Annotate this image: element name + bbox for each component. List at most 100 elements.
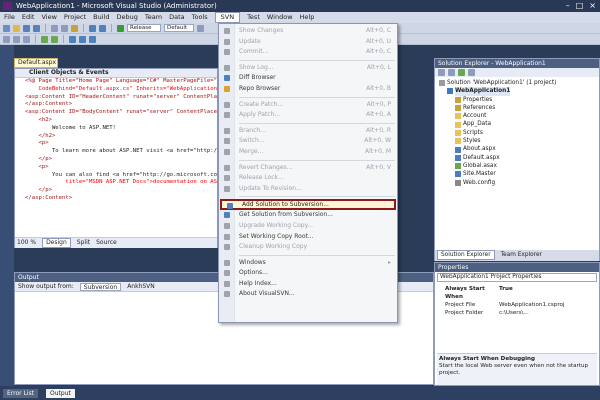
menu-view[interactable]: View — [41, 12, 56, 23]
client-objects-dropdown[interactable]: Client Objects & Events — [15, 69, 217, 78]
code-line[interactable]: </p> — [25, 187, 217, 195]
solution-tree-item[interactable]: About.aspx — [435, 145, 599, 153]
property-value[interactable]: WebApplication1.csproj — [499, 301, 564, 309]
zoom-level[interactable]: 100 % — [17, 238, 36, 248]
code-line[interactable]: CodeBehind="Default.aspx.cs" Inherits="W… — [25, 86, 217, 94]
svn-menu-item-branch[interactable]: Branch... Alt+0, R — [219, 126, 397, 137]
solution-tree-item[interactable]: Global.asax — [435, 162, 599, 170]
svn-menu-item-diff-browser[interactable]: Diff Browser — [219, 73, 397, 84]
indent-icon[interactable] — [13, 35, 20, 43]
svn-menu-item-cleanup-working-copy[interactable]: Cleanup Working Copy — [219, 242, 397, 253]
code-line[interactable]: <asp:Content ID="BodyContent" runat="ser… — [25, 109, 217, 117]
solution-tree-item[interactable]: Site.Master — [435, 170, 599, 178]
paste-icon[interactable] — [71, 24, 78, 32]
property-row[interactable]: Project Folder c:\Users\... — [437, 309, 597, 317]
svn-menu-item-revert-changes[interactable]: Revert Changes... Alt+0, V — [219, 163, 397, 174]
open-file-icon[interactable] — [13, 24, 20, 32]
svn-menu-item-update[interactable]: Update Alt+0, U — [219, 37, 397, 48]
refresh-icon[interactable] — [458, 69, 465, 76]
svn-menu-item-create-patch[interactable]: Create Patch... Alt+0, P — [219, 100, 397, 111]
prev-bookmark-icon[interactable] — [89, 35, 96, 43]
svn-menu-item-switch[interactable]: Switch... Alt+0, W — [219, 136, 397, 147]
properties-object-combo[interactable]: WebApplication1 Project Properties — [437, 273, 597, 282]
solution-tree-item[interactable]: References — [435, 104, 599, 112]
design-view-tab[interactable]: Design — [42, 238, 71, 248]
code-editor[interactable]: Client Objects & Events <%@ Page Title="… — [14, 68, 218, 248]
code-line[interactable]: <asp:Content ID="HeaderContent" runat="s… — [25, 94, 217, 102]
solution-configuration-combo[interactable]: Release — [127, 24, 161, 32]
property-row[interactable]: Always Start When True — [437, 285, 597, 301]
menu-debug[interactable]: Debug — [117, 12, 138, 23]
svn-menu-item-upgrade-working-copy[interactable]: Upgrade Working Copy... — [219, 221, 397, 232]
code-line[interactable]: You can also find <a href="http://go.mic… — [25, 172, 217, 180]
solution-tree-item[interactable]: Scripts — [435, 129, 599, 137]
cut-icon[interactable] — [51, 24, 58, 32]
code-line[interactable]: </asp:Content> — [25, 195, 217, 203]
solution-platform-combo[interactable]: Default — [164, 24, 194, 32]
redo-icon[interactable] — [99, 24, 106, 32]
code-line[interactable]: title="MSDN ASP.NET Docs">documentation … — [25, 179, 217, 187]
comment-icon[interactable] — [41, 35, 48, 43]
maximize-button[interactable]: □ — [576, 1, 584, 11]
next-bookmark-icon[interactable] — [79, 35, 86, 43]
svn-menu-item-about-visualsvn[interactable]: About VisualSVN... — [219, 289, 397, 300]
code-line[interactable]: </h2> — [25, 133, 217, 141]
code-line[interactable]: </asp:Content> — [25, 101, 217, 109]
svn-menu-item-get-solution-from-subversion[interactable]: Get Solution from Subversion... — [219, 210, 397, 221]
solution-tree-item[interactable]: WebApplication1 — [435, 87, 599, 96]
view-code-icon[interactable] — [468, 69, 475, 76]
menu-build[interactable]: Build — [93, 12, 109, 23]
copy-icon[interactable] — [61, 24, 68, 32]
document-tab[interactable]: Default.aspx — [14, 58, 58, 68]
menu-team[interactable]: Team — [145, 12, 162, 23]
svn-menu-item-repo-browser[interactable]: Repo Browser Alt+0, B — [219, 84, 397, 95]
code-line[interactable]: Welcome to ASP.NET! — [25, 125, 217, 133]
code-area[interactable]: <%@ Page Title="Home Page" Language="C#"… — [15, 78, 217, 236]
solution-tree-item[interactable]: Account — [435, 112, 599, 120]
format-icon[interactable] — [3, 35, 10, 43]
menu-edit[interactable]: Edit — [22, 12, 35, 23]
menu-window[interactable]: Window — [267, 12, 293, 23]
bookmark-icon[interactable] — [69, 35, 76, 43]
svn-menu-item-windows[interactable]: Windows ▸ — [219, 258, 397, 269]
uncomment-icon[interactable] — [51, 35, 58, 43]
close-button[interactable]: × — [589, 1, 596, 11]
svn-menu-item-release-lock[interactable]: Release Lock... — [219, 173, 397, 184]
property-value[interactable]: True — [499, 285, 513, 301]
solution-tree-item[interactable]: App_Data — [435, 120, 599, 128]
solution-tree-item[interactable]: Properties — [435, 96, 599, 104]
menu-test[interactable]: Test — [247, 12, 260, 23]
show-all-files-icon[interactable] — [448, 69, 455, 76]
output-source-combo[interactable]: Subversion — [79, 283, 122, 291]
solution-tree-item[interactable]: Styles — [435, 137, 599, 145]
find-icon[interactable] — [197, 24, 204, 32]
svn-menu-item-commit[interactable]: Commit... Alt+0, C — [219, 47, 397, 58]
split-view-tab[interactable]: Split — [77, 238, 90, 248]
menu-help[interactable]: Help — [300, 12, 315, 23]
minimize-button[interactable]: – — [566, 1, 570, 11]
svn-menu-item-options[interactable]: Options... — [219, 268, 397, 279]
undo-icon[interactable] — [89, 24, 96, 32]
code-line[interactable]: <%@ Page Title="Home Page" Language="C#"… — [25, 78, 217, 86]
code-line[interactable]: <p> — [25, 164, 217, 172]
start-debugging-icon[interactable] — [117, 24, 124, 32]
save-all-icon[interactable] — [33, 24, 40, 32]
menu-data[interactable]: Data — [169, 12, 185, 23]
menu-svn[interactable]: SVN — [214, 12, 241, 23]
code-line[interactable]: To learn more about ASP.NET visit <a hre… — [25, 148, 217, 156]
save-icon[interactable] — [23, 24, 30, 32]
outdent-icon[interactable] — [23, 35, 30, 43]
tab-solution-explorer[interactable]: Solution Explorer — [437, 250, 495, 260]
menu-file[interactable]: File — [4, 12, 15, 23]
code-line[interactable]: <p> — [25, 140, 217, 148]
properties-icon[interactable] — [438, 69, 445, 76]
svn-menu-item-add-solution-to-subversion[interactable]: Add Solution to Subversion... — [220, 199, 396, 211]
menu-tools[interactable]: Tools — [192, 12, 208, 23]
new-project-icon[interactable] — [3, 24, 10, 32]
svn-menu-item-apply-patch[interactable]: Apply Patch... Alt+0, A — [219, 110, 397, 121]
solution-tree-item[interactable]: Solution 'WebApplication1' (1 project) — [435, 79, 599, 87]
svn-menu-item-set-working-copy-root[interactable]: Set Working Copy Root... — [219, 232, 397, 243]
solution-tree-item[interactable]: Web.config — [435, 179, 599, 187]
tab-error-list[interactable]: Error List — [3, 388, 39, 398]
property-value[interactable]: c:\Users\... — [499, 309, 529, 317]
